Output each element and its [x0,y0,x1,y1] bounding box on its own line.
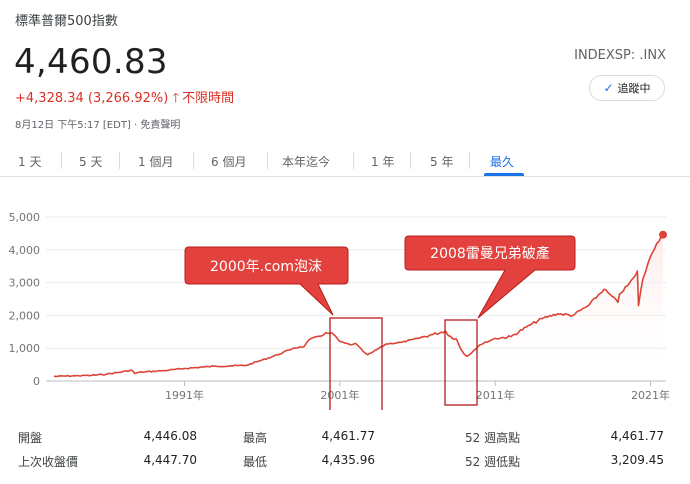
current-price: 4,460.83 [14,42,168,82]
tab-divider [353,152,354,169]
x-tick-label: 2011年 [476,388,515,402]
y-axis: 0 1,000 2,000 3,000 4,000 5,000 [9,211,41,388]
high-label: 最高 [243,431,268,445]
x-tick-label: 2021年 [631,388,670,402]
range-tabs: 1 天 5 天 1 個月 6 個月 本年迄今 1 年 5 年 最久 [0,146,690,176]
arrow-up-icon: 🡑 [172,91,180,106]
dotcom-callout-bubble [184,246,349,316]
tab-max[interactable]: 最久 [490,153,514,170]
tab-1m[interactable]: 1 個月 [138,153,173,170]
price-change-row: +4,328.34 (3,266.92%) 🡑 不限時間 [15,87,234,111]
prev-close-label: 上次收盤價 [18,455,79,469]
timestamp: 8月12日 下午5:17 [EDT] · 免責聲明 [15,120,181,131]
tab-divider [410,152,411,169]
y-tick-label: 2,000 [9,309,41,322]
x-tick-label: 2001年 [320,388,359,402]
ticker-symbol: INDEXSP: .INX [574,48,666,63]
follow-label: 追蹤中 [617,82,651,95]
low-label: 最低 [243,455,268,469]
y-tick-label: 1,000 [9,342,41,355]
tab-divider [193,152,194,169]
wk52-low-value: 3,209.45 [610,453,664,467]
y-tick-label: 4,000 [9,244,41,257]
wk52-low-label: 52 週低點 [465,455,521,469]
lehman-callout-label: 2008雷曼兄弟破產 [430,245,550,262]
x-tick-label: 1991年 [165,388,204,402]
tab-6m[interactable]: 6 個月 [211,153,246,170]
tab-divider [469,152,470,169]
follow-button[interactable]: ✓ 追蹤中 [589,75,665,101]
open-value: 4,446.08 [143,429,197,443]
last-point-marker [659,230,667,239]
tab-divider [267,152,268,169]
change-period: 不限時間 [182,91,235,106]
low-value: 4,435.96 [321,453,375,467]
price-change: +4,328.34 (3,266.92%) [15,91,169,106]
wk52-high-value: 4,461.77 [610,429,664,443]
tab-divider [61,152,62,169]
tabs-divider [0,176,690,177]
prev-close-value: 4,447.70 [143,453,197,467]
tab-5y[interactable]: 5 年 [430,153,453,170]
index-title: 標準普爾500指數 [15,14,118,29]
tab-ytd[interactable]: 本年迄今 [282,153,330,170]
high-value: 4,461.77 [321,429,375,443]
price-chart[interactable]: 0 1,000 2,000 3,000 4,000 5,000 1991年 2001年 201… [0,205,690,410]
open-label: 開盤 [18,431,43,445]
tab-1y[interactable]: 1 年 [371,153,394,170]
y-tick-label: 0 [33,375,40,388]
tab-1d[interactable]: 1 天 [18,153,41,170]
y-tick-label: 5,000 [9,211,41,224]
dotcom-callout-label: 2000年.com泡沫 [210,259,322,275]
x-axis: 1991年 2001年 2011年 2021年 [165,381,670,402]
y-tick-label: 3,000 [9,277,41,290]
checkmark-icon: ✓ [603,81,614,95]
wk52-high-label: 52 週高點 [465,431,521,445]
tab-divider [119,152,120,169]
tab-5d[interactable]: 5 天 [79,153,102,170]
